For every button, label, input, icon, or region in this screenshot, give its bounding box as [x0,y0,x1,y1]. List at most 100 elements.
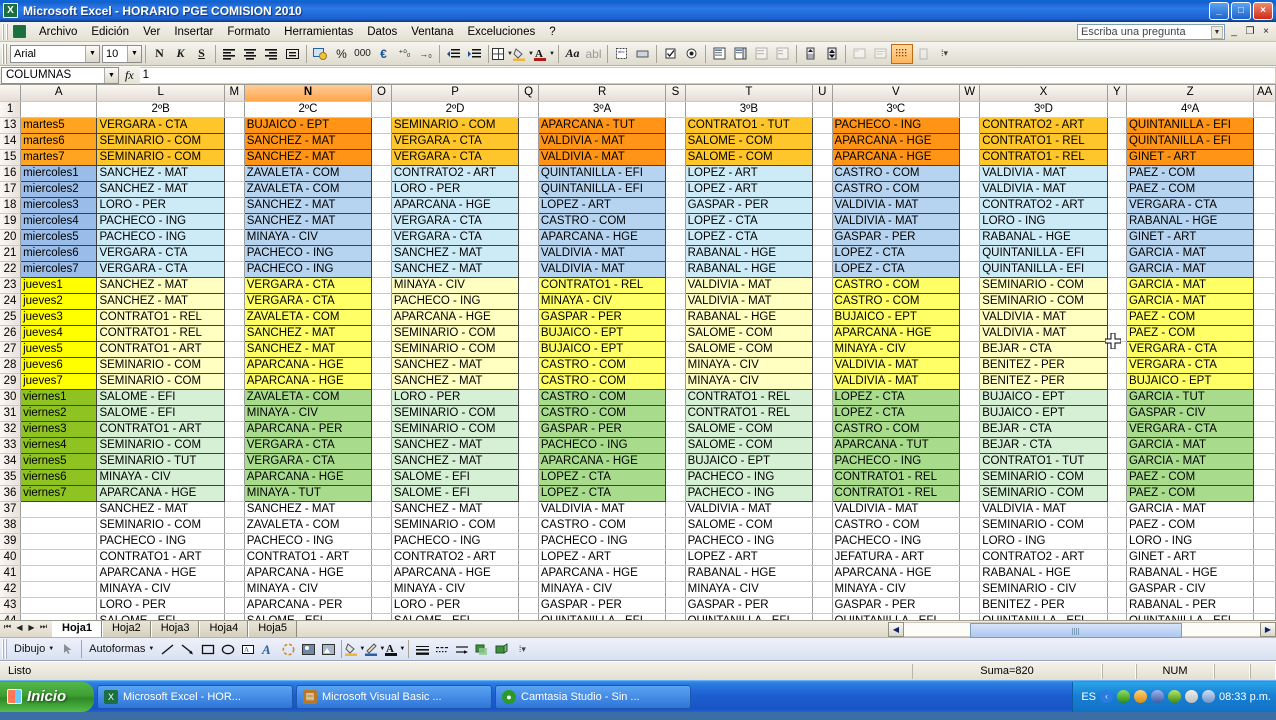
grid-cell[interactable] [1253,533,1276,550]
grid-cell[interactable]: APARCANA - PER [244,597,373,614]
grid-cell[interactable] [371,373,392,390]
grid-cell[interactable]: LOPEZ - CTA [831,244,961,262]
grid-cell[interactable] [812,245,833,262]
grid-cell[interactable] [1107,357,1127,374]
grid-cell[interactable]: SEMINARIO - COM [390,404,520,422]
grid-cell[interactable] [959,373,981,390]
grid-cell[interactable]: CONTRATO1 - ART [96,549,225,566]
grid-cell[interactable]: QUINTANILLA - EFI [1125,132,1255,150]
grid-cell[interactable] [665,197,686,214]
forms-scrollbar-icon[interactable] [800,43,821,64]
grid-cell[interactable] [518,485,539,502]
grid-cell[interactable]: BUJAICO - EPT [684,452,814,470]
grid-cell[interactable] [812,325,833,342]
grid-cell[interactable] [224,597,245,614]
grid-cell[interactable]: LOPEZ - CTA [684,212,814,230]
grid-cell[interactable] [1253,181,1276,198]
grid-cell[interactable]: LOPEZ - CTA [831,388,961,406]
scroll-left-button[interactable]: ◀ [888,621,904,637]
dash-style-icon[interactable] [432,639,452,659]
grid-cell[interactable]: MINAYA - CIV [96,581,225,598]
grid-cell[interactable] [812,357,833,374]
grid-cell[interactable]: MINAYA - CIV [538,581,667,598]
spreadsheet-grid[interactable]: A L M N O P Q R S T U V W X Y Z AA 1 2ºB 2ºC 2ºD 3ºA 3ºB 3ºC 3º… [0,85,1276,620]
grid-cell[interactable]: CONTRATO2 - ART [979,116,1108,134]
grid-cell[interactable] [959,517,981,534]
grid-cell[interactable] [371,101,392,118]
grid-cell[interactable]: SEMINARIO - COM [979,484,1108,502]
grid-cell[interactable]: VERGARA - CTA [243,276,373,294]
grid-cell[interactable]: SANCHEZ - MAT [243,132,373,150]
grid-cell[interactable] [812,341,833,358]
grid-cell[interactable] [224,453,245,470]
grid-cell[interactable] [518,613,539,620]
grid-cell[interactable]: ZAVALETA - COM [243,308,373,326]
grid-cell[interactable]: CONTRATO1 - REL [684,388,814,406]
grid-cell[interactable]: SEMINARIO - COM [96,148,225,166]
grid-cell[interactable] [1107,213,1127,230]
grid-cell[interactable]: CONTRATO1 - ART [96,340,225,358]
horizontal-scrollbar[interactable]: ◀ ▶ [888,621,1276,638]
grid-cell[interactable] [665,373,686,390]
grid-cell[interactable] [518,101,539,118]
column-header-v[interactable]: V [832,85,961,102]
fill-color-icon[interactable]: ▼ [513,43,534,64]
grid-cell[interactable]: VALDIVIA - MAT [831,212,961,230]
row-header-32[interactable]: 32 [0,421,22,438]
grid-cell[interactable]: BUJAICO - EPT [537,340,667,358]
grid-cell[interactable]: GARCIA - MAT [1125,244,1255,262]
grid-cell[interactable] [665,181,686,198]
grid-cell[interactable]: QUINTANILLA - EFI [537,164,667,182]
grid-cell[interactable]: APARCANA - HGE [831,324,961,342]
column-header-x[interactable]: X [979,85,1108,102]
column-header-a[interactable]: A [20,85,98,102]
grid-cell[interactable] [1107,405,1127,422]
grid-cell[interactable]: BENITEZ - PER [979,372,1108,390]
grid-cell[interactable]: CASTRO - COM [831,276,961,294]
grid-cell[interactable]: VERGARA - CTA [1125,340,1255,358]
grid-cell[interactable]: CONTRATO1 - REL [96,308,225,326]
grid-cell[interactable]: MINAYA - CIV [684,372,814,390]
grid-cell[interactable]: LORO - PER [390,180,520,198]
grid-cell[interactable] [224,405,245,422]
grid-cell[interactable]: SEMINARIO - COM [390,324,520,342]
line-color-icon[interactable]: ▼ [365,639,385,659]
column-header-t[interactable]: T [685,85,814,102]
clock[interactable]: 08:33 p.m. [1219,691,1271,703]
grid-cell[interactable]: CASTRO - COM [831,164,961,182]
grid-cell[interactable] [1253,293,1276,310]
grid-cell[interactable] [518,357,539,374]
grid-cell[interactable] [665,533,686,550]
grid-cell[interactable]: GASPAR - PER [538,597,667,614]
underline-button[interactable]: S [191,43,212,64]
grid-cell[interactable] [665,165,686,182]
maximize-button[interactable]: □ [1231,1,1251,20]
grid-cell[interactable]: SALOME - COM [684,324,814,342]
grid-cell[interactable] [1253,101,1276,118]
grid-cell[interactable]: SANCHEZ - MAT [390,244,520,262]
grid-cell[interactable]: VALDIVIA - MAT [538,501,667,518]
grid-cell[interactable] [224,309,245,326]
class-header-4a[interactable]: 4ºA [1126,101,1255,118]
grid-cell[interactable] [20,581,98,598]
grid-cell[interactable] [812,405,833,422]
grid-cell[interactable] [959,293,981,310]
grid-cell[interactable]: VERGARA - CTA [243,292,373,310]
grid-cell[interactable]: VALDIVIA - MAT [684,276,814,294]
grid-cell[interactable]: SALOME - COM [684,148,814,166]
grid-cell[interactable] [518,405,539,422]
grid-cell[interactable] [518,261,539,278]
row-header-38[interactable]: 38 [0,517,22,534]
grid-cell[interactable] [1253,453,1276,470]
row-header-43[interactable]: 43 [0,597,22,614]
grid-cell[interactable] [1107,325,1127,342]
grid-cell[interactable] [665,229,686,246]
forms-option-icon[interactable] [681,43,702,64]
grid-cell[interactable] [371,437,392,454]
grid-cell[interactable] [1107,197,1127,214]
grid-cell[interactable] [371,565,392,582]
row-header-36[interactable]: 36 [0,485,22,502]
grid-cell[interactable] [518,549,539,566]
row-header-19[interactable]: 19 [0,213,22,230]
grid-cell[interactable] [665,261,686,278]
